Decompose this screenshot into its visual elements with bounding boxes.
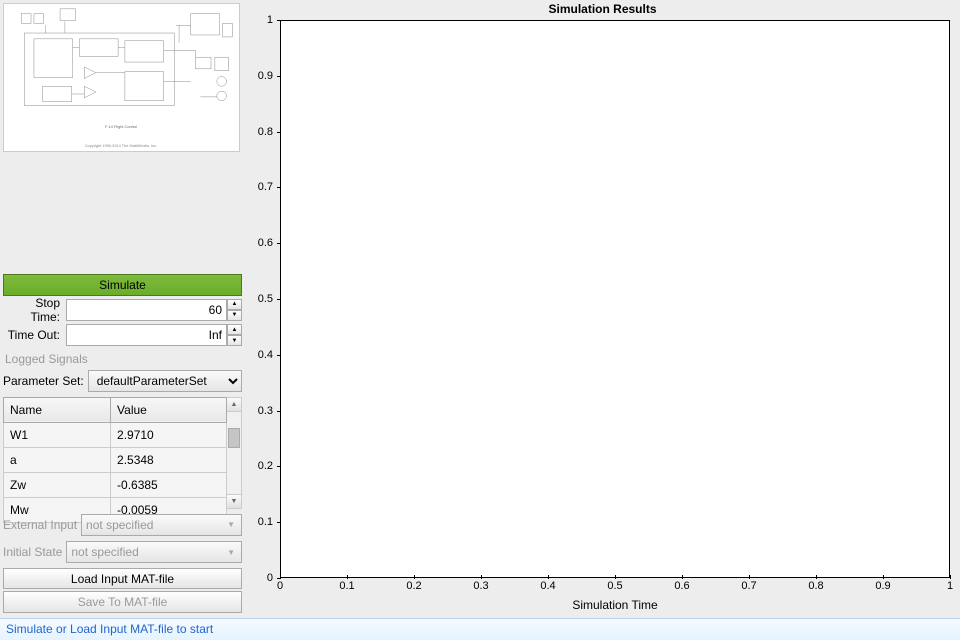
param-set-label: Parameter Set: — [3, 374, 88, 388]
stop-time-input[interactable] — [66, 299, 227, 321]
table-col-name[interactable]: Name — [4, 397, 111, 422]
stop-time-up[interactable]: ▲ — [227, 299, 242, 310]
model-diagram-thumbnail[interactable]: F-14 Flight Control Copyright 1990-2014 … — [3, 3, 240, 152]
x-tick-label: 1 — [947, 580, 953, 592]
x-tick-label: 0.8 — [808, 580, 823, 592]
table-scrollbar[interactable]: ▲ ▼ — [227, 397, 242, 509]
thumbnail-caption2: Copyright 1990-2014 The MathWorks, Inc. — [85, 143, 158, 148]
scroll-down-icon[interactable]: ▼ — [227, 494, 241, 508]
time-out-up[interactable]: ▲ — [227, 324, 242, 335]
left-panel: F-14 Flight Control Copyright 1990-2014 … — [0, 0, 245, 618]
y-tick-label: 0.3 — [258, 405, 273, 417]
y-tick-label: 0.1 — [258, 516, 273, 528]
table-row: a2.5348 — [4, 447, 227, 472]
y-tick-label: 0.8 — [258, 126, 273, 138]
y-tick-label: 0.9 — [258, 70, 273, 82]
load-mat-button[interactable]: Load Input MAT-file — [3, 568, 242, 590]
y-tick-label: 0.6 — [258, 237, 273, 249]
x-tick-label: 0.6 — [674, 580, 689, 592]
thumbnail-caption1: F-14 Flight Control — [105, 124, 137, 129]
parameter-table[interactable]: Name Value W12.9710 a2.5348 Zw-0.6385 Mw… — [3, 397, 227, 523]
x-tick-label: 0.9 — [875, 580, 890, 592]
logged-signals-label: Logged Signals — [3, 349, 242, 369]
scroll-up-icon[interactable]: ▲ — [227, 398, 241, 412]
initial-state-label: Initial State — [3, 545, 66, 559]
status-message: Simulate or Load Input MAT-file to start — [6, 622, 213, 636]
x-tick-label: 0.4 — [540, 580, 555, 592]
table-row: W12.9710 — [4, 422, 227, 447]
x-axis-ticks: 0 0.1 0.2 0.3 0.4 0.5 0.6 0.7 0.8 0.9 1 — [280, 580, 950, 596]
time-out-input[interactable] — [66, 324, 227, 346]
external-input-label: External Input — [3, 518, 81, 532]
x-tick-label: 0.5 — [607, 580, 622, 592]
simulate-button[interactable]: Simulate — [3, 274, 242, 296]
y-tick-label: 0.7 — [258, 181, 273, 193]
y-tick-label: 1 — [267, 14, 273, 26]
table-row: Zw-0.6385 — [4, 472, 227, 497]
y-tick-label: 0.4 — [258, 349, 273, 361]
initial-state-select: not specified — [66, 541, 242, 563]
x-axis-label: Simulation Time — [280, 598, 950, 612]
scroll-thumb[interactable] — [228, 428, 240, 448]
y-axis-ticks: 00.10.20.30.40.50.60.70.80.91 — [245, 20, 277, 578]
x-tick-label: 0 — [277, 580, 283, 592]
x-tick-label: 0.2 — [406, 580, 421, 592]
plot-panel: Simulation Results 0 0.1 0.2 0.3 0.4 0.5 0.6 0.… — [245, 0, 960, 618]
plot-axes[interactable] — [280, 20, 950, 578]
y-tick-label: 0 — [267, 572, 273, 584]
time-out-label: Time Out: — [3, 328, 66, 342]
y-tick-label: 0.5 — [258, 293, 273, 305]
stop-time-label: Stop Time: — [3, 296, 66, 324]
external-input-select: not specified — [81, 514, 242, 536]
x-tick-label: 0.1 — [339, 580, 354, 592]
param-set-select[interactable]: defaultParameterSet — [88, 370, 242, 392]
save-mat-button: Save To MAT-file — [3, 591, 242, 613]
y-tick-label: 0.2 — [258, 460, 273, 472]
table-col-value[interactable]: Value — [111, 397, 227, 422]
x-tick-label: 0.7 — [741, 580, 756, 592]
x-tick-label: 0.3 — [473, 580, 488, 592]
stop-time-down[interactable]: ▼ — [227, 310, 242, 321]
time-out-down[interactable]: ▼ — [227, 335, 242, 346]
plot-title: Simulation Results — [245, 2, 960, 16]
status-bar: Simulate or Load Input MAT-file to start — [0, 618, 960, 640]
